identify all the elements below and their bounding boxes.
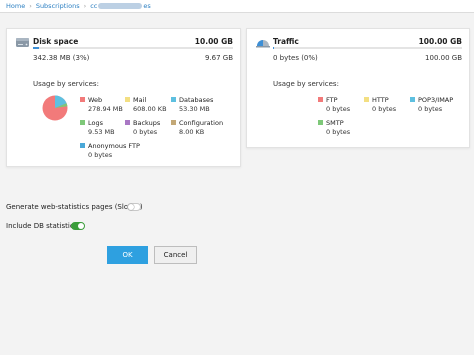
legend-swatch bbox=[80, 143, 85, 148]
legend-databases: Databases 53.30 MB bbox=[171, 96, 213, 114]
cancel-button[interactable]: Cancel bbox=[154, 246, 197, 264]
disk-usage-pie-chart bbox=[42, 95, 68, 121]
legend-logs: Logs 9.53 MB bbox=[80, 119, 115, 137]
legend-swatch bbox=[410, 97, 415, 102]
legend-swatch bbox=[318, 120, 323, 125]
redacted-text bbox=[98, 3, 143, 9]
traffic-total: 100.00 GB bbox=[418, 37, 462, 46]
disk-space-title: Disk space bbox=[33, 37, 79, 46]
breadcrumb-subscriptions[interactable]: Subscriptions bbox=[36, 2, 80, 10]
traffic-card: Traffic 100.00 GB 0 bytes (0%) 100.00 GB… bbox=[246, 28, 470, 148]
breadcrumb: Home › Subscriptions › cc es bbox=[6, 2, 151, 10]
legend-swatch bbox=[318, 97, 323, 102]
top-bar: Home › Subscriptions › cc es bbox=[0, 0, 474, 13]
legend-swatch bbox=[125, 120, 130, 125]
breadcrumb-home[interactable]: Home bbox=[6, 2, 25, 10]
breadcrumb-subscription[interactable]: cc es bbox=[90, 2, 151, 10]
legend-ftp: FTP 0 bytes bbox=[318, 96, 350, 114]
legend-swatch bbox=[125, 97, 130, 102]
legend-backups: Backups 0 bytes bbox=[125, 119, 160, 137]
disk-free-value: 9.67 GB bbox=[204, 54, 233, 62]
legend-mail: Mail 608.00 KB bbox=[125, 96, 167, 114]
traffic-used-value: 0 bytes (0%) bbox=[273, 54, 318, 62]
disk-usage-label: Usage by services: bbox=[33, 80, 99, 88]
db-stat-label: Include DB statistic bbox=[6, 222, 74, 230]
disk-usage-bar bbox=[33, 47, 233, 49]
disk-usage-bar-fill bbox=[33, 47, 39, 49]
db-stat-toggle[interactable] bbox=[71, 222, 85, 230]
disk-space-total: 10.00 GB bbox=[194, 37, 233, 46]
traffic-usage-bar bbox=[273, 47, 462, 49]
traffic-usage-label: Usage by services: bbox=[273, 80, 339, 88]
chevron-right-icon: › bbox=[29, 2, 32, 10]
web-stats-label: Generate web-statistics pages (Slowly) bbox=[6, 203, 143, 211]
legend-swatch bbox=[80, 120, 85, 125]
legend-swatch bbox=[171, 97, 176, 102]
legend-swatch bbox=[364, 97, 369, 102]
hard-drive-icon bbox=[16, 38, 29, 47]
chevron-right-icon: › bbox=[83, 2, 87, 10]
toggle-knob bbox=[128, 204, 134, 210]
legend-swatch bbox=[171, 120, 176, 125]
web-stats-toggle[interactable] bbox=[127, 203, 141, 211]
traffic-gauge-icon bbox=[256, 40, 270, 48]
traffic-title: Traffic bbox=[273, 37, 299, 46]
legend-web: Web 278.94 MB bbox=[80, 96, 123, 114]
ok-button[interactable]: OK bbox=[107, 246, 148, 264]
traffic-usage-bar-fill bbox=[273, 47, 274, 49]
legend-smtp: SMTP 0 bytes bbox=[318, 119, 350, 137]
legend-swatch bbox=[80, 97, 85, 102]
legend-http: HTTP 0 bytes bbox=[364, 96, 396, 114]
legend-anonymous-ftp: Anonymous FTP 0 bytes bbox=[80, 142, 140, 160]
traffic-free-value: 100.00 GB bbox=[425, 54, 462, 62]
toggle-knob bbox=[78, 223, 84, 229]
disk-used-value: 342.38 MB (3%) bbox=[33, 54, 90, 62]
legend-configuration: Configuration 8.00 KB bbox=[171, 119, 223, 137]
legend-pop3-imap: POP3/IMAP 0 bytes bbox=[410, 96, 453, 114]
